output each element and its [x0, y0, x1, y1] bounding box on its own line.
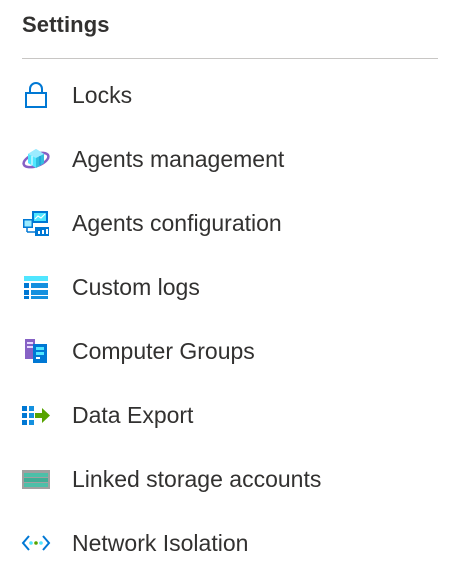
menu-item-computer-groups[interactable]: Computer Groups — [0, 319, 457, 383]
computer-groups-icon — [21, 336, 51, 366]
agents-management-icon — [21, 144, 51, 174]
settings-section-title: Settings — [22, 12, 110, 37]
data-export-icon — [21, 400, 51, 430]
menu-item-linked-storage-accounts[interactable]: Linked storage accounts — [0, 447, 457, 511]
menu-item-agents-management[interactable]: Agents management — [0, 127, 457, 191]
menu-item-label: Agents management — [72, 145, 285, 172]
lock-icon — [21, 80, 51, 110]
storage-account-icon — [21, 464, 51, 494]
menu-item-data-export[interactable]: Data Export — [0, 383, 457, 447]
menu-item-locks[interactable]: Locks — [0, 63, 457, 127]
menu-item-label: Data Export — [72, 401, 194, 428]
section-divider — [22, 58, 438, 59]
network-isolation-icon — [21, 528, 51, 558]
menu-item-label: Custom logs — [72, 273, 200, 300]
menu-item-label: Locks — [72, 81, 133, 108]
menu-item-label: Linked storage accounts — [72, 465, 322, 492]
menu-item-network-isolation[interactable]: Network Isolation — [0, 511, 457, 575]
menu-item-agents-configuration[interactable]: Agents configuration — [0, 191, 457, 255]
custom-logs-icon — [21, 272, 51, 302]
settings-menu: Locks Agents management Agents configura… — [0, 63, 457, 575]
menu-item-custom-logs[interactable]: Custom logs — [0, 255, 457, 319]
menu-item-label: Computer Groups — [72, 337, 255, 364]
menu-item-label: Network Isolation — [72, 529, 249, 556]
menu-item-label: Agents configuration — [72, 209, 282, 236]
agents-configuration-icon — [21, 208, 51, 238]
